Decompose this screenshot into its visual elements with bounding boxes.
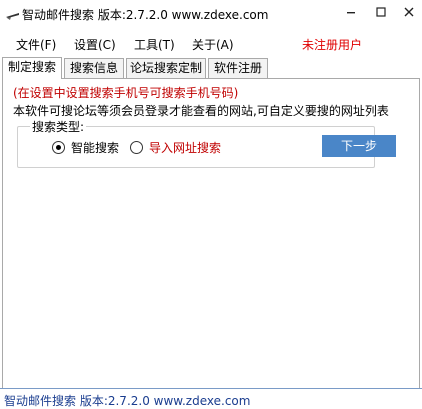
close-button[interactable] (395, 0, 422, 24)
phone-search-hint: (在设置中设置搜索手机号可搜索手机号码) (13, 86, 239, 100)
menu-file[interactable]: 文件(F) (16, 36, 56, 53)
radio-unchecked-icon (130, 141, 143, 154)
title-bar[interactable]: 智动邮件搜索 版本:2.7.2.0 www.zdexe.com (0, 0, 422, 30)
smart-search-label: 智能搜索 (71, 141, 120, 155)
close-icon (404, 7, 413, 17)
menu-tools[interactable]: 工具(T) (134, 36, 175, 53)
custom-search-panel: (在设置中设置搜索手机号可搜索手机号码) 本软件可搜论坛等须会员登录才能查看的网… (2, 78, 420, 390)
tab-forum-search[interactable]: 论坛搜索定制 (126, 58, 206, 78)
tab-registration[interactable]: 软件注册 (208, 58, 268, 78)
radio-checked-icon (52, 141, 65, 154)
import-url-search-radio[interactable]: 导入网址搜索 (130, 139, 221, 156)
maximize-icon (376, 7, 386, 17)
search-type-label: 搜索类型: (30, 118, 87, 135)
maximize-button[interactable] (366, 0, 396, 24)
smart-search-radio[interactable]: 智能搜索 (52, 139, 119, 156)
status-bar: 智动邮件搜索 版本:2.7.2.0 www.zdexe.com (0, 388, 422, 408)
tab-search-info[interactable]: 搜索信息 (64, 58, 124, 78)
import-url-search-label: 导入网址搜索 (149, 141, 222, 155)
next-step-button[interactable]: 下一步 (322, 135, 396, 157)
minimize-button[interactable] (336, 0, 366, 24)
minimize-icon (347, 12, 355, 14)
main-window: 智动邮件搜索 版本:2.7.2.0 www.zdexe.com 文件(F) 设置… (0, 0, 422, 408)
tab-custom-search[interactable]: 制定搜索 (2, 57, 62, 79)
menu-bar: 文件(F) 设置(C) 工具(T) 关于(A) 未注册用户 (0, 32, 422, 54)
status-text: 智动邮件搜索 版本:2.7.2.0 www.zdexe.com (4, 394, 251, 408)
menu-about[interactable]: 关于(A) (192, 36, 234, 53)
app-icon (6, 10, 20, 20)
menu-settings[interactable]: 设置(C) (74, 36, 116, 53)
panel-description: 本软件可搜论坛等须会员登录才能查看的网站,可自定义要搜的网址列表 (13, 104, 389, 118)
tab-strip: 制定搜索 搜索信息 论坛搜索定制 软件注册 (0, 57, 422, 79)
registration-status: 未注册用户 (302, 38, 363, 52)
window-title: 智动邮件搜索 版本:2.7.2.0 www.zdexe.com (22, 8, 269, 22)
search-type-group: 搜索类型: 智能搜索 导入网址搜索 下一步 (17, 118, 396, 168)
